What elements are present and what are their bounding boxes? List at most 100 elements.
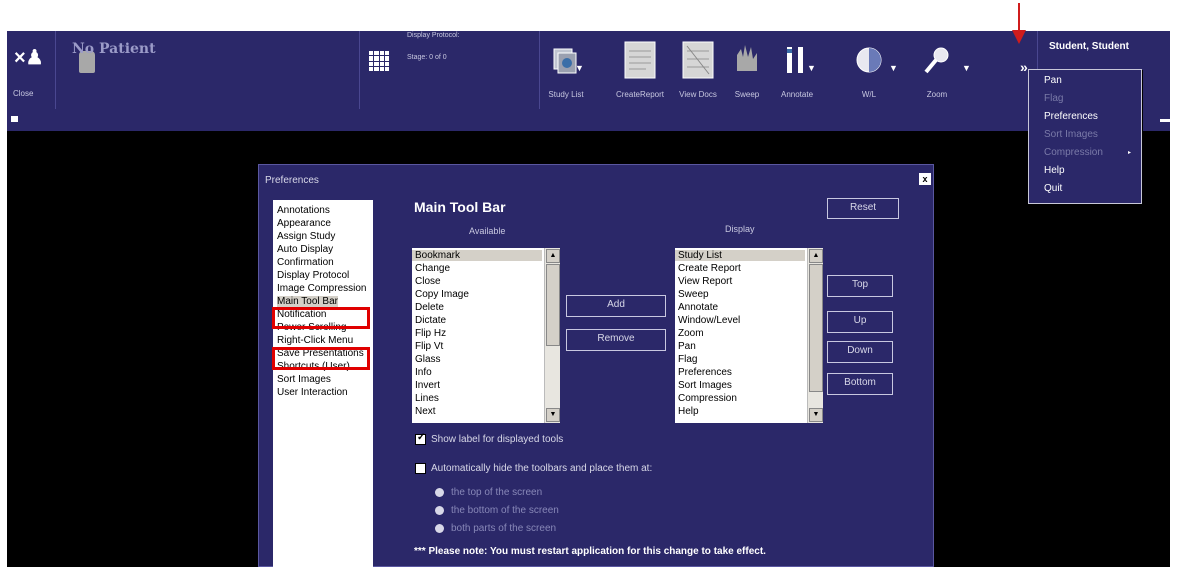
- reset-button[interactable]: Reset: [827, 198, 899, 219]
- scroll-thumb[interactable]: [809, 264, 823, 392]
- menu-item-flag[interactable]: Flag: [1044, 93, 1063, 104]
- available-scrollbar[interactable]: ▲ ▼: [544, 248, 560, 423]
- toolbar-divider: [359, 31, 360, 109]
- list-item[interactable]: Delete: [415, 302, 444, 313]
- category-item[interactable]: Right-Click Menu: [277, 335, 353, 346]
- list-item[interactable]: Zoom: [678, 328, 704, 339]
- list-item[interactable]: Flag: [678, 354, 697, 365]
- dialog-close-button[interactable]: x: [919, 173, 931, 185]
- display-protocol-grid-icon[interactable]: [369, 51, 389, 71]
- zoom-dropdown-icon[interactable]: ▼: [962, 63, 971, 73]
- menu-item-sort-images[interactable]: Sort Images: [1044, 129, 1098, 140]
- display-header: Display: [725, 224, 755, 234]
- zoom-button[interactable]: Zoom: [915, 31, 959, 109]
- list-item[interactable]: Sweep: [678, 289, 709, 300]
- list-item[interactable]: Next: [415, 406, 436, 417]
- list-item[interactable]: Copy Image: [415, 289, 469, 300]
- window-level-label: W/L: [861, 90, 877, 99]
- top-button[interactable]: Top: [827, 275, 893, 297]
- sweep-button[interactable]: Sweep: [725, 31, 769, 109]
- list-item[interactable]: Help: [678, 406, 699, 417]
- list-item[interactable]: Close: [415, 276, 441, 287]
- category-item[interactable]: Annotations: [277, 205, 330, 216]
- category-item-selected[interactable]: Main Tool Bar: [277, 296, 338, 307]
- menu-item-preferences[interactable]: Preferences: [1044, 111, 1098, 122]
- menu-item-help[interactable]: Help: [1044, 165, 1065, 176]
- create-report-button[interactable]: CreateReport: [607, 31, 673, 109]
- list-item[interactable]: Change: [415, 263, 450, 274]
- list-item[interactable]: Invert: [415, 380, 440, 391]
- menu-item-quit[interactable]: Quit: [1044, 183, 1062, 194]
- more-tools-button[interactable]: »: [1020, 59, 1028, 75]
- category-item[interactable]: User Interaction: [277, 387, 348, 398]
- list-item[interactable]: Pan: [678, 341, 696, 352]
- list-item[interactable]: Create Report: [678, 263, 741, 274]
- annotate-label: Annotate: [780, 90, 814, 99]
- preferences-dialog: Preferences x Annotations Appearance Ass…: [258, 164, 934, 567]
- menu-item-pan[interactable]: Pan: [1044, 75, 1062, 86]
- category-item[interactable]: Sort Images: [277, 374, 331, 385]
- radio-bottom-label: the bottom of the screen: [451, 505, 559, 516]
- scroll-up-icon[interactable]: ▲: [809, 249, 823, 263]
- create-report-label: CreateReport: [615, 90, 665, 99]
- close-patient-icon: ×♟: [14, 47, 44, 69]
- study-list-icon: [553, 48, 577, 74]
- radio-both-label: both parts of the screen: [451, 523, 557, 534]
- scroll-down-icon[interactable]: ▼: [546, 408, 560, 422]
- category-item[interactable]: Auto Display: [277, 244, 333, 255]
- list-item[interactable]: Info: [415, 367, 432, 378]
- bottom-button[interactable]: Bottom: [827, 373, 893, 395]
- list-item[interactable]: Window/Level: [678, 315, 740, 326]
- scroll-thumb[interactable]: [546, 264, 560, 346]
- list-item[interactable]: Compression: [678, 393, 737, 404]
- show-label-checkbox[interactable]: [415, 432, 426, 445]
- category-item[interactable]: Assign Study: [277, 231, 335, 242]
- view-docs-button[interactable]: View Docs: [673, 31, 723, 109]
- screen: ×♟ Close No Patient Display Protocol: St…: [0, 0, 1177, 567]
- folder-icon[interactable]: [11, 116, 18, 122]
- zoom-label: Zoom: [926, 90, 948, 99]
- available-header: Available: [469, 226, 506, 236]
- list-item[interactable]: Flip Hz: [415, 328, 446, 339]
- remove-button[interactable]: Remove: [566, 329, 666, 351]
- list-item[interactable]: Dictate: [415, 315, 446, 326]
- display-scrollbar[interactable]: ▲ ▼: [807, 248, 823, 423]
- scroll-down-icon[interactable]: ▼: [809, 408, 823, 422]
- close-label: Close: [13, 89, 34, 98]
- menu-item-compression[interactable]: Compression: [1044, 147, 1103, 158]
- category-item[interactable]: Display Protocol: [277, 270, 349, 281]
- list-item[interactable]: Glass: [415, 354, 441, 365]
- add-button[interactable]: Add: [566, 295, 666, 317]
- available-list[interactable]: Bookmark Change Close Copy Image Delete …: [412, 248, 560, 423]
- annotate-dropdown-icon[interactable]: ▼: [807, 63, 816, 73]
- list-item[interactable]: Flip Vt: [415, 341, 443, 352]
- list-item[interactable]: View Report: [678, 276, 732, 287]
- list-item[interactable]: Annotate: [678, 302, 718, 313]
- patient-name: No Patient: [72, 41, 156, 57]
- dialog-title: Preferences: [265, 175, 319, 186]
- display-list[interactable]: Study List Create Report View Report Swe…: [675, 248, 823, 423]
- radio-top-label: the top of the screen: [451, 487, 543, 498]
- category-item[interactable]: Appearance: [277, 218, 331, 229]
- more-tools-menu: Pan Flag Preferences Sort Images Compres…: [1028, 69, 1142, 204]
- window-restore-icon[interactable]: ▬: [1160, 114, 1170, 125]
- category-item[interactable]: Image Compression: [277, 283, 366, 294]
- radio-both[interactable]: [435, 524, 444, 533]
- scroll-up-icon[interactable]: ▲: [546, 249, 560, 263]
- up-button[interactable]: Up: [827, 311, 893, 333]
- list-item[interactable]: Sort Images: [678, 380, 732, 391]
- radio-top[interactable]: [435, 488, 444, 497]
- radio-bottom[interactable]: [435, 506, 444, 515]
- list-item[interactable]: Lines: [415, 393, 439, 404]
- window-level-icon: [856, 47, 882, 73]
- window-level-button[interactable]: W/L: [849, 31, 889, 109]
- list-item-selected[interactable]: Study List: [675, 250, 805, 261]
- list-item-selected[interactable]: Bookmark: [412, 250, 542, 261]
- window-level-dropdown-icon[interactable]: ▼: [889, 63, 898, 73]
- down-button[interactable]: Down: [827, 341, 893, 363]
- category-item[interactable]: Confirmation: [277, 257, 334, 268]
- close-button[interactable]: ×♟ Close: [7, 31, 55, 109]
- study-list-dropdown-icon[interactable]: ▼: [575, 63, 584, 73]
- auto-hide-checkbox[interactable]: [415, 463, 426, 474]
- list-item[interactable]: Preferences: [678, 367, 732, 378]
